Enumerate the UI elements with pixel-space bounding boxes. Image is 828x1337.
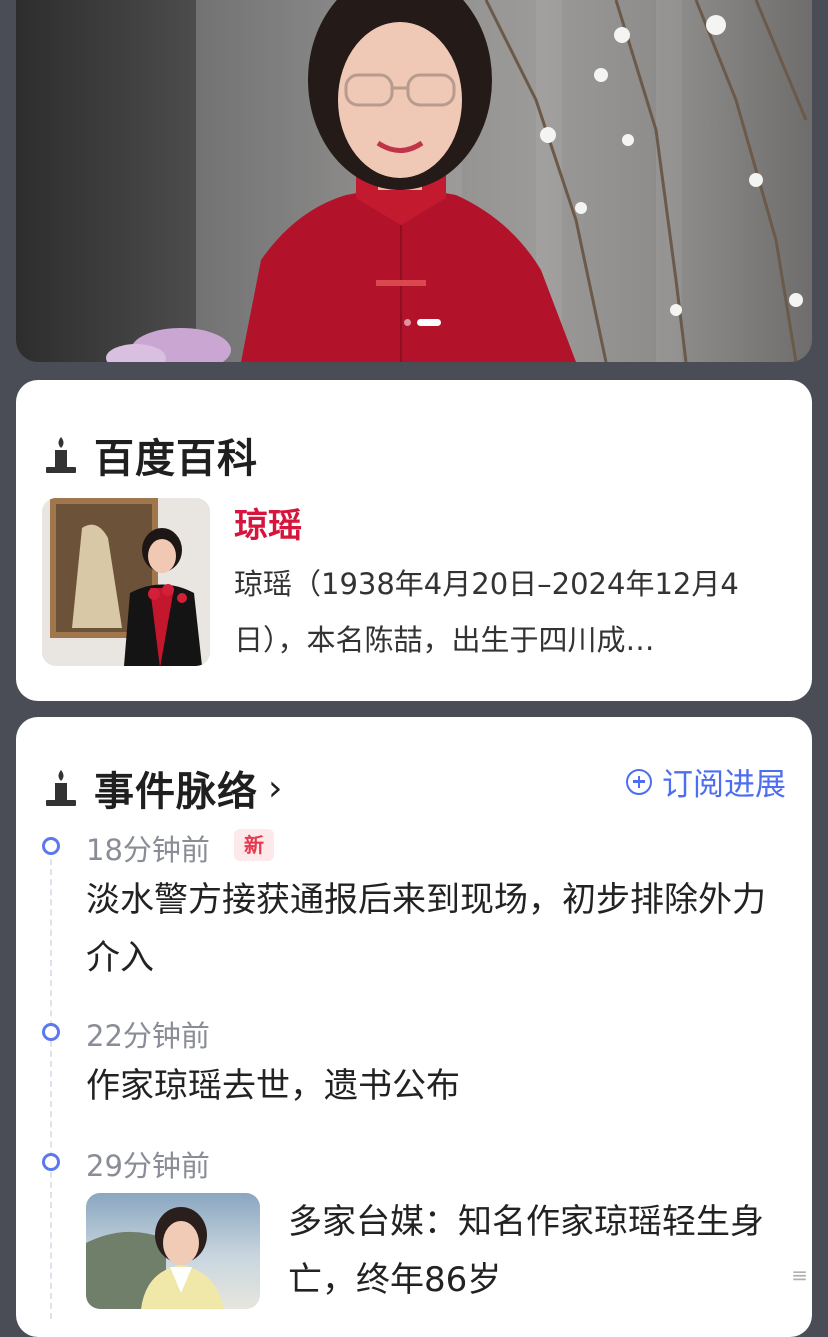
chevron-right-icon: ›	[268, 767, 283, 809]
portrait-illustration	[106, 0, 808, 362]
baike-thumbnail[interactable]	[42, 498, 210, 666]
baike-entry-title[interactable]: 琼瑶	[234, 498, 302, 547]
timeline-line	[50, 849, 52, 1319]
timeline-dot	[42, 837, 60, 855]
hero-image[interactable]	[16, 0, 812, 362]
timeline-dot	[42, 1023, 60, 1041]
baike-description: 琼瑶（1938年4月20日–2024年12月4日），本名陈喆，出生于四川成…	[234, 567, 739, 657]
timeline-time: 29分钟前	[86, 1149, 210, 1183]
plus-circle-icon	[626, 768, 652, 795]
baike-card[interactable]: 百度百科 琼瑶 琼瑶（1938年4月20日–2024年12月4日），本名陈喆，出…	[16, 380, 812, 701]
timeline-dot	[42, 1153, 60, 1171]
baike-header: 百度百科	[44, 426, 258, 484]
person-photo	[86, 1207, 224, 1309]
timeline-time: 22分钟前	[86, 1019, 210, 1053]
subscribe-label: 订阅进展	[662, 767, 786, 803]
subscribe-button[interactable]: 订阅进展	[626, 759, 786, 804]
person-photo	[42, 498, 210, 666]
candle-icon	[46, 437, 76, 473]
carousel-dot-active[interactable]	[417, 319, 441, 326]
section-title: 事件脉络	[94, 769, 258, 815]
carousel-indicator[interactable]	[404, 319, 441, 326]
events-card: 事件脉络 › 订阅进展 18分钟前 新 淡水警方接获通报后来到现场，初步排除外力…	[16, 717, 812, 1337]
timeline-text[interactable]: 多家台媒：知名作家琼瑶轻生身亡，终年86岁	[288, 1193, 768, 1309]
menu-icon: ≡	[791, 1263, 808, 1287]
timeline-time: 18分钟前	[86, 833, 210, 867]
news-thumbnail[interactable]	[86, 1193, 260, 1309]
carousel-dot[interactable]	[404, 319, 411, 326]
candle-icon	[46, 770, 76, 806]
new-badge: 新	[234, 829, 274, 861]
timeline-text[interactable]: 作家琼瑶去世，遗书公布	[86, 1057, 792, 1115]
timeline-text[interactable]: 淡水警方接获通报后来到现场，初步排除外力介入	[86, 871, 792, 987]
events-header[interactable]: 事件脉络 ›	[44, 759, 282, 817]
section-title: 百度百科	[94, 436, 258, 482]
